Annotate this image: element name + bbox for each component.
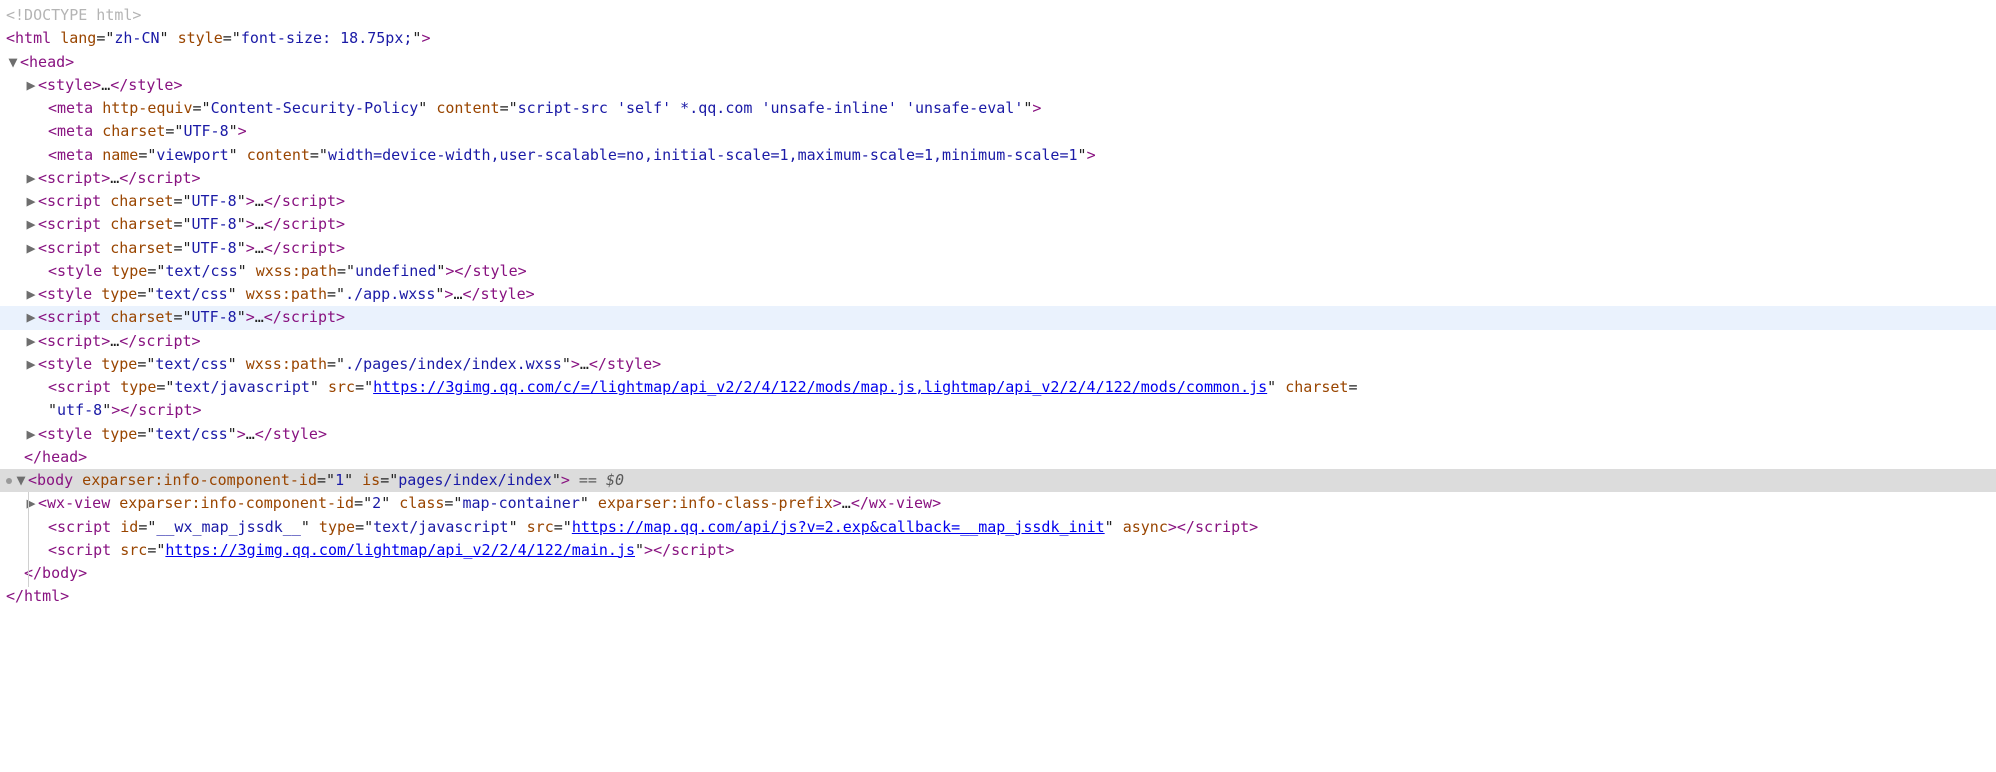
- collapse-arrow-right-icon[interactable]: ▶: [24, 353, 38, 376]
- attr: style: [178, 29, 223, 47]
- script-line[interactable]: ▶<script>…</script>: [0, 167, 1996, 190]
- script-charset-highlighted-line[interactable]: ▶<script charset="UTF-8">…</script>: [0, 306, 1996, 329]
- head-open-line[interactable]: ▼<head>: [0, 51, 1996, 74]
- script-charset-line[interactable]: ▶<script charset="UTF-8">…</script>: [0, 213, 1996, 236]
- collapse-arrow-down-icon[interactable]: ▼: [6, 51, 20, 74]
- body-open-selected-line[interactable]: ▼<body exparser:info-component-id="1" is…: [0, 469, 1996, 492]
- dom-inspector: <!DOCTYPE html> <html lang="zh-CN" style…: [0, 4, 1996, 609]
- collapse-arrow-right-icon[interactable]: ▶: [24, 167, 38, 190]
- collapse-arrow-right-icon[interactable]: ▶: [24, 237, 38, 260]
- html-close-line[interactable]: </html>: [0, 585, 1996, 608]
- script-map-src-line[interactable]: <script type="text/javascript" src="http…: [0, 376, 1996, 399]
- selected-node-marker: == $0: [570, 471, 624, 489]
- collapse-arrow-right-icon[interactable]: ▶: [24, 283, 38, 306]
- body-close-line[interactable]: </body>: [0, 562, 1996, 585]
- head-close-line[interactable]: </head>: [0, 446, 1996, 469]
- collapse-arrow-right-icon[interactable]: ▶: [24, 423, 38, 446]
- script-line[interactable]: ▶<script>…</script>: [0, 330, 1996, 353]
- wx-view-line[interactable]: ▶<wx-view exparser:info-component-id="2"…: [0, 492, 1996, 515]
- script-map-src-line-cont[interactable]: "utf-8"></script>: [0, 399, 1996, 422]
- collapse-arrow-right-icon[interactable]: ▶: [24, 213, 38, 236]
- collapse-arrow-right-icon[interactable]: ▶: [24, 492, 38, 515]
- script-charset-line[interactable]: ▶<script charset="UTF-8">…</script>: [0, 190, 1996, 213]
- tree-guide-line: [28, 492, 29, 587]
- style-wxss-line[interactable]: <style type="text/css" wxss:path="undefi…: [0, 260, 1996, 283]
- collapse-arrow-right-icon[interactable]: ▶: [24, 74, 38, 97]
- map-mods-src-link[interactable]: https://3gimg.qq.com/c/=/lightmap/api_v2…: [373, 378, 1267, 396]
- script-main-line[interactable]: <script src="https://3gimg.qq.com/lightm…: [0, 539, 1996, 562]
- dom-breakpoint-dot-icon: [6, 478, 12, 484]
- jssdk-src-link[interactable]: https://map.qq.com/api/js?v=2.exp&callba…: [572, 518, 1105, 536]
- meta-charset-line[interactable]: <meta charset="UTF-8">: [0, 120, 1996, 143]
- meta-viewport-line[interactable]: <meta name="viewport" content="width=dev…: [0, 144, 1996, 167]
- main-src-link[interactable]: https://3gimg.qq.com/lightmap/api_v2/2/4…: [165, 541, 635, 559]
- script-jssdk-line[interactable]: <script id="__wx_map_jssdk__" type="text…: [0, 516, 1996, 539]
- style-app-wxss-line[interactable]: ▶<style type="text/css" wxss:path="./app…: [0, 283, 1996, 306]
- style-last-line[interactable]: ▶<style type="text/css">…</style>: [0, 423, 1996, 446]
- collapse-arrow-down-icon[interactable]: ▼: [14, 469, 28, 492]
- tag: <html: [6, 29, 51, 47]
- html-open-line[interactable]: <html lang="zh-CN" style="font-size: 18.…: [0, 27, 1996, 50]
- collapse-arrow-right-icon[interactable]: ▶: [24, 190, 38, 213]
- doctype-text: <!DOCTYPE html>: [6, 6, 141, 24]
- meta-csp-line[interactable]: <meta http-equiv="Content-Security-Polic…: [0, 97, 1996, 120]
- style-index-wxss-line[interactable]: ▶<style type="text/css" wxss:path="./pag…: [0, 353, 1996, 376]
- collapse-arrow-right-icon[interactable]: ▶: [24, 330, 38, 353]
- style-line[interactable]: ▶<style>…</style>: [0, 74, 1996, 97]
- script-charset-line[interactable]: ▶<script charset="UTF-8">…</script>: [0, 237, 1996, 260]
- doctype-line[interactable]: <!DOCTYPE html>: [0, 4, 1996, 27]
- attr: lang: [60, 29, 96, 47]
- collapse-arrow-right-icon[interactable]: ▶: [24, 306, 38, 329]
